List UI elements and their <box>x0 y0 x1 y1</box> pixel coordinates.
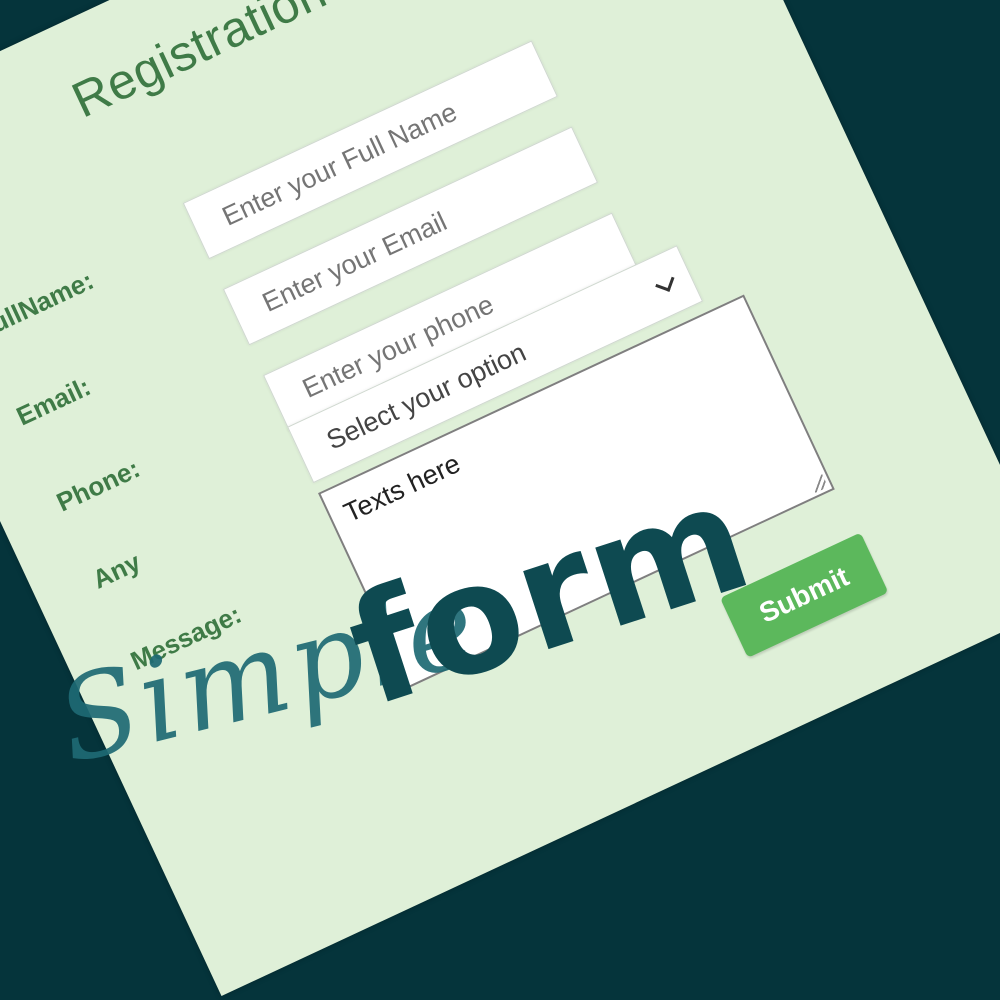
registration-form-card: Registration Form FullName: Email: Phone… <box>0 0 1000 996</box>
fullname-label: FullName: <box>0 264 99 346</box>
email-label: Email: <box>11 371 96 432</box>
option-label: Any <box>87 546 146 595</box>
phone-label: Phone: <box>51 453 145 518</box>
